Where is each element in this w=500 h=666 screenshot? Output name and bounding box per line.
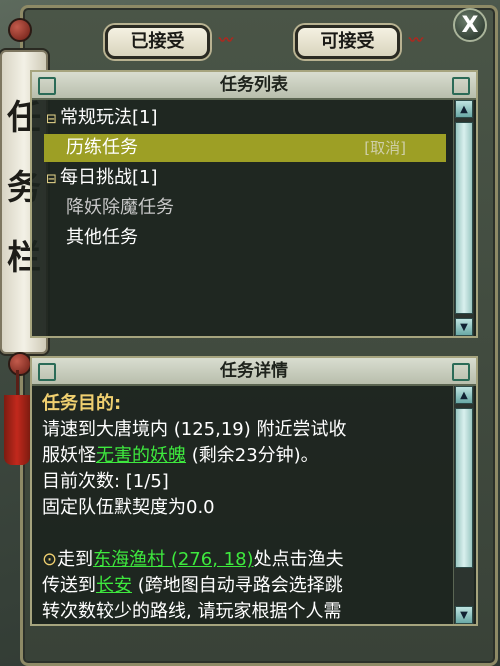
task-training-label: 历练任务 (66, 137, 138, 158)
task-item-training[interactable]: 历练任务 [取消] (66, 134, 446, 162)
tacit-line: 固定队伍默契度为0.0 (42, 497, 215, 518)
hint-line-2-suffix: (跨地图自动寻路会选择跳 (132, 575, 343, 596)
goal-line-2-prefix: 服妖怪 (42, 445, 96, 466)
task-item-demon[interactable]: 降妖除魔任务 (66, 194, 174, 222)
tab-available[interactable]: 可接受 〰 (295, 25, 423, 59)
hint-line-2-prefix: 传送到 (42, 575, 96, 596)
tab-available-label: 可接受 (320, 31, 375, 52)
cancel-task-link[interactable]: [取消] (364, 134, 406, 162)
tab-accepted[interactable]: 已接受 〰 (105, 25, 233, 59)
task-detail-title: 任务详情 (220, 361, 288, 381)
goal-title: 任务目的: (42, 393, 122, 414)
task-list-panel: 任务列表 ⊟ 常规玩法[1] 历练任务 [取消] ⊟ 每日挑战[1] 降妖除魔任务 … (30, 70, 478, 338)
tab-accepted-label: 已接受 (130, 31, 185, 52)
ribbon-icon: 〰 (219, 33, 233, 49)
category-other[interactable]: 其他任务 (66, 224, 138, 252)
goal-line-1: 请速到大唐境内 (125,19) 附近尝试收 (42, 419, 347, 440)
hint-line-3: 转次数较少的路线, 请玩家根据个人需 (42, 601, 342, 622)
scroll-thumb[interactable] (455, 408, 473, 568)
quest-window: 任 务 栏 X 已接受 〰 可接受 〰 任务列表 ⊟ 常规玩法[1] 历练任务 [… (0, 0, 500, 666)
category-regular[interactable]: ⊟ 常规玩法[1] (46, 104, 158, 132)
scroll-down-arrow-icon[interactable]: ▼ (455, 606, 473, 624)
hint-marker-icon: ⊙ (42, 549, 58, 570)
corner-ornament-icon (452, 77, 470, 95)
monster-link[interactable]: 无害的妖魄 (96, 445, 186, 466)
detail-scrollbar[interactable]: ▲ ▼ (453, 386, 474, 624)
corner-ornament-icon (38, 77, 56, 95)
hint-line-1: ⊙走到东海渔村 (276, 18)处点击渔夫 (42, 548, 344, 572)
scroll-knob-top-icon (8, 18, 32, 42)
scroll-up-arrow-icon[interactable]: ▲ (455, 386, 473, 404)
goal-line-2: 服妖怪无害的妖魄 (剩余23分钟)。 (42, 444, 319, 468)
count-line: 目前次数: [1/5] (42, 471, 169, 492)
destination-link[interactable]: 长安 (96, 575, 132, 596)
hint-line-1-suffix: 处点击渔夫 (253, 549, 344, 570)
scroll-thumb[interactable] (455, 122, 473, 314)
category-other-label: 其他任务 (66, 227, 138, 248)
collapse-icon[interactable]: ⊟ (46, 166, 60, 194)
collapse-icon[interactable]: ⊟ (46, 106, 60, 134)
category-daily[interactable]: ⊟ 每日挑战[1] (46, 164, 158, 192)
task-list-title: 任务列表 (220, 75, 288, 95)
hint-line-2: 传送到长安 (跨地图自动寻路会选择跳 (42, 574, 343, 598)
task-demon-label: 降妖除魔任务 (66, 197, 174, 218)
task-list-scrollbar[interactable]: ▲ ▼ (453, 100, 474, 336)
ribbon-icon: 〰 (409, 33, 423, 49)
category-daily-label: 每日挑战[1] (60, 167, 158, 188)
location-link[interactable]: 东海渔村 (276, 18) (93, 549, 253, 570)
hint-line-1-prefix: 走到 (57, 549, 94, 570)
close-button[interactable]: X (453, 8, 487, 42)
scroll-up-arrow-icon[interactable]: ▲ (455, 100, 473, 118)
corner-ornament-icon (452, 363, 470, 381)
scroll-knob-bottom-icon (8, 352, 32, 376)
task-list-header: 任务列表 (32, 72, 476, 100)
goal-line-2-suffix: (剩余23分钟)。 (186, 445, 319, 466)
scroll-down-arrow-icon[interactable]: ▼ (455, 318, 473, 336)
task-detail-panel: 任务详情 任务目的: 请速到大唐境内 (125,19) 附近尝试收 服妖怪无害的… (30, 356, 478, 626)
corner-ornament-icon (38, 363, 56, 381)
task-detail-header: 任务详情 (32, 358, 476, 386)
category-regular-label: 常规玩法[1] (60, 107, 158, 128)
tassel-icon (4, 395, 30, 465)
